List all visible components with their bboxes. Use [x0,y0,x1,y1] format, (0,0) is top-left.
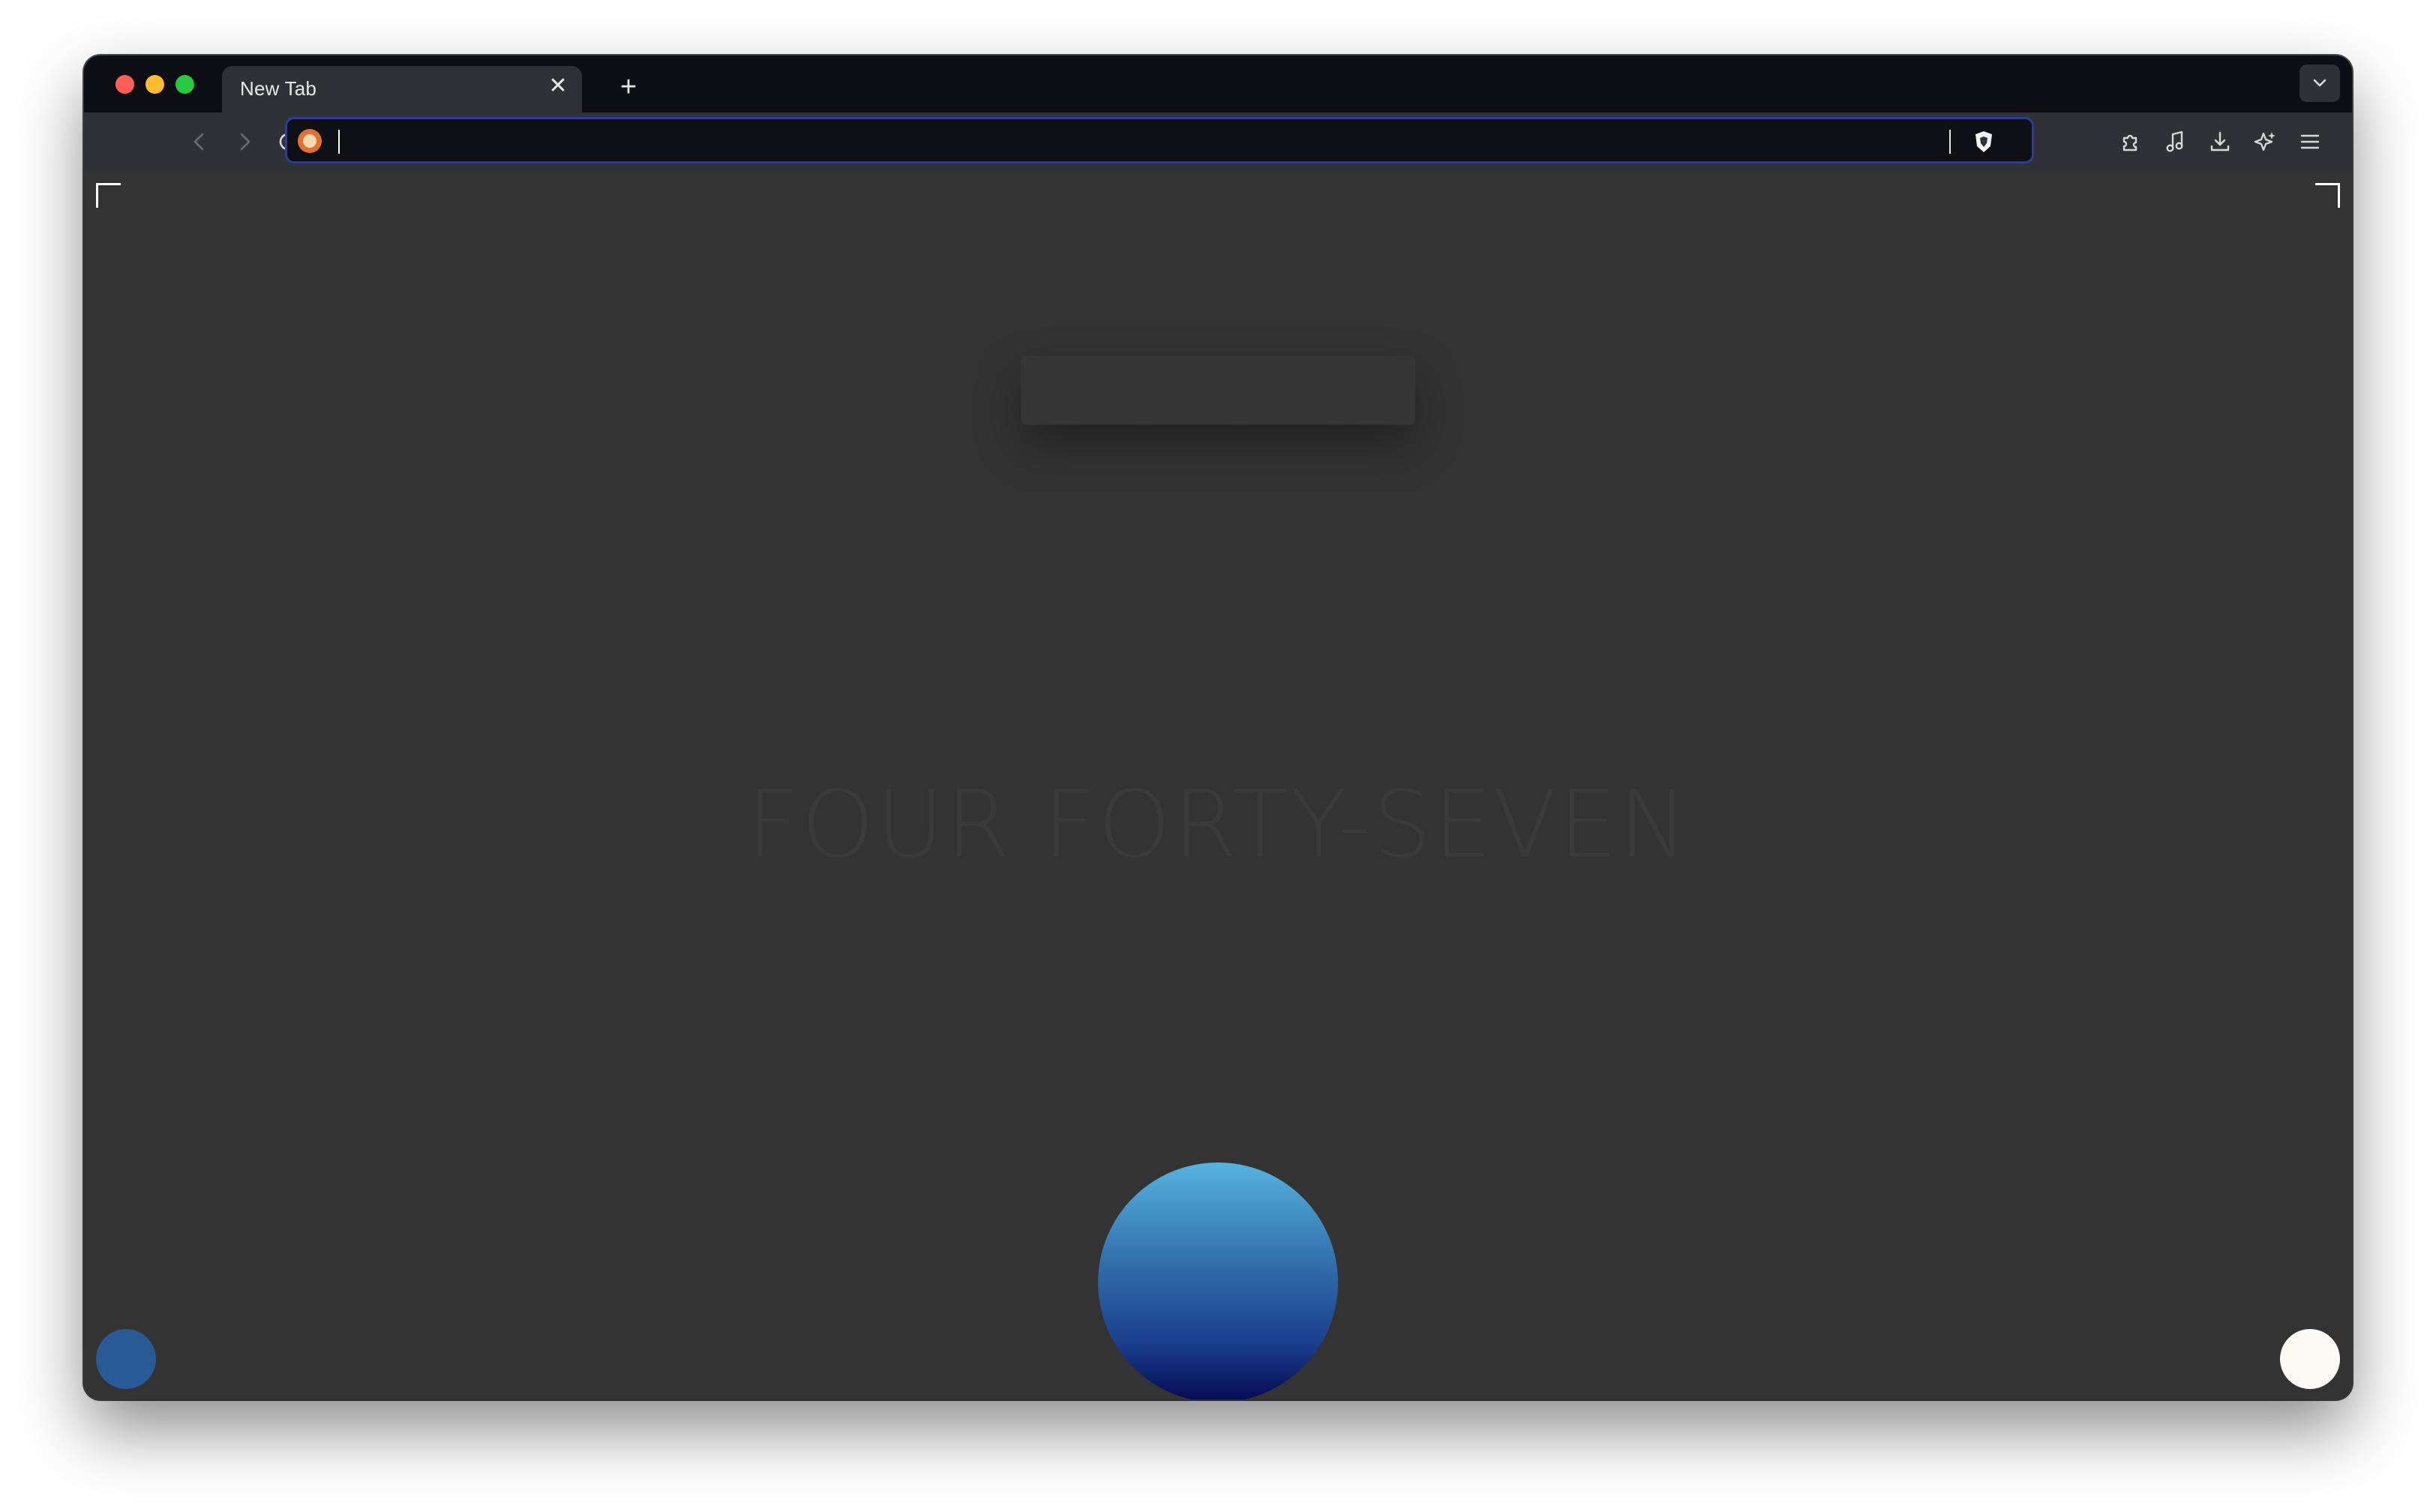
back-arrow-icon[interactable] [184,127,214,157]
browser-window: New Tab ✕ + FOUR FORTY-SEVEN [84,56,2352,1400]
music-note-icon[interactable] [2160,127,2190,157]
address-bar-divider [1949,130,1951,154]
right-circle-button[interactable] [2280,1329,2340,1389]
left-circle-button[interactable] [96,1329,156,1389]
close-window-button[interactable] [116,75,134,94]
new-tab-button[interactable]: + [614,72,644,102]
tab-new-tab[interactable]: New Tab ✕ [222,66,582,112]
address-input[interactable] [337,127,1927,155]
page-search-box[interactable] [1022,357,1414,424]
tab-title: New Tab [240,77,317,100]
new-tab-page: FOUR FORTY-SEVEN [84,171,2352,1400]
text-caret [338,130,340,154]
clock-text: FOUR FORTY-SEVEN [746,771,1690,879]
puzzle-icon[interactable] [2115,127,2145,157]
corner-bracket-top-right [2315,183,2340,208]
chevron-down-icon [2313,79,2326,87]
sparkle-star-icon[interactable] [2250,127,2280,157]
address-bar[interactable] [285,117,2034,164]
hamburger-menu-icon[interactable] [2295,127,2325,157]
brave-shield-icon[interactable] [1970,128,1997,155]
browser-toolbar [84,112,2352,171]
duckduckgo-icon [298,129,322,153]
forward-arrow-icon[interactable] [230,127,260,157]
corner-bracket-top-left [96,183,121,208]
close-tab-icon[interactable]: ✕ [546,74,570,98]
zoom-window-button[interactable] [176,75,194,94]
gradient-orb[interactable] [1098,1162,1338,1400]
download-icon[interactable] [2205,127,2235,157]
tab-search-button[interactable] [2300,64,2340,102]
minimize-window-button[interactable] [146,75,164,94]
tab-strip: New Tab ✕ + [84,56,2352,112]
